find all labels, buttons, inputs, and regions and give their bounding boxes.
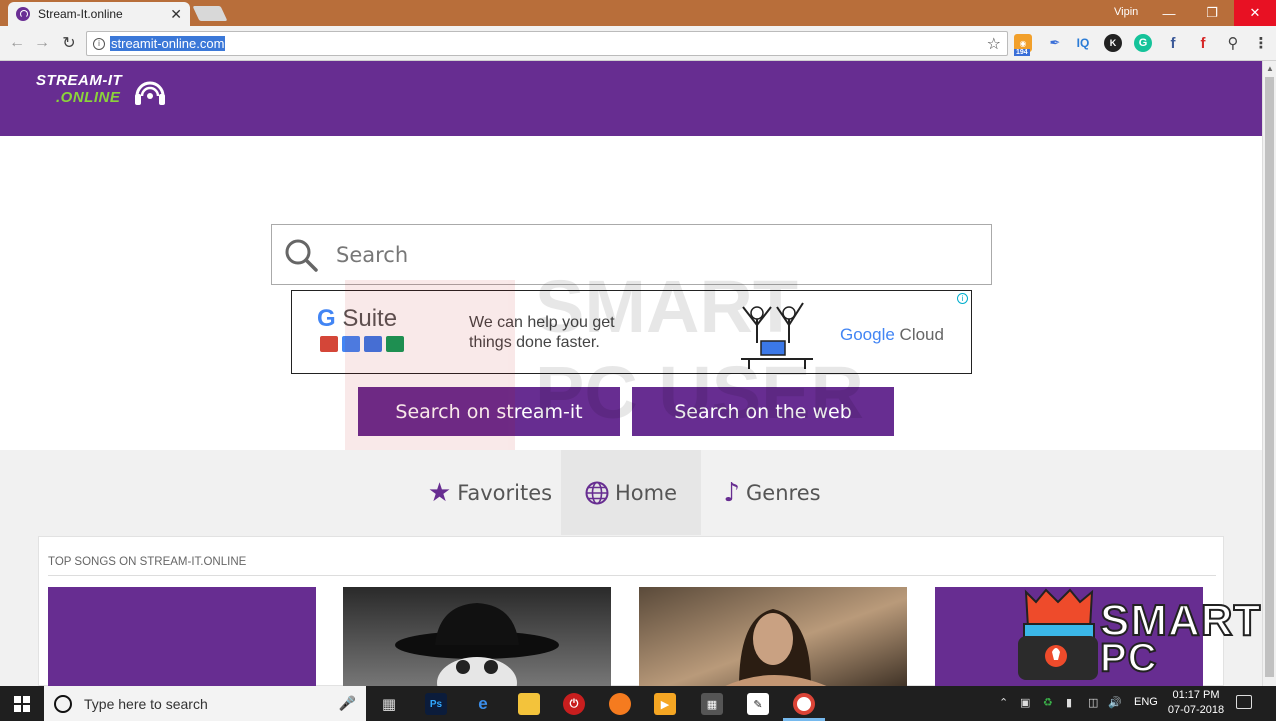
file-explorer-icon[interactable] (518, 693, 540, 715)
bookmark-star-icon[interactable]: ☆ (987, 34, 1001, 54)
chrome-taskbar-icon[interactable] (793, 693, 815, 715)
tab-home-label: Home (614, 480, 677, 505)
task-view-icon[interactable]: ▦ (378, 693, 400, 715)
tab-genres-label: Genres (746, 480, 821, 505)
music-note-icon: ♪ (723, 477, 741, 508)
tray-network-icon[interactable]: ◫ (1088, 696, 1098, 709)
gsuite-app-icons (320, 336, 404, 352)
close-window-button[interactable]: ✕ (1234, 0, 1276, 26)
tab-home[interactable]: Home (561, 450, 701, 535)
language-indicator[interactable]: ENG (1134, 696, 1158, 708)
artist-hat-image (395, 603, 559, 687)
windows-logo-icon (14, 695, 30, 712)
sticky-notes-icon[interactable]: ✎ (747, 693, 769, 715)
search-on-the-web-button[interactable]: Search on the web (632, 387, 894, 436)
tab-genres[interactable]: ♪ Genres (702, 450, 842, 535)
divider (48, 575, 1216, 576)
tab-favorites-label: Favorites (457, 480, 553, 505)
globe-icon (585, 481, 609, 504)
drive-icon (386, 336, 404, 352)
k-extension-icon[interactable]: K (1104, 34, 1122, 52)
address-bar[interactable]: i streamit-online.com ☆ (86, 31, 1008, 56)
top-songs-title: TOP SONGS ON STREAM-IT.ONLINE (48, 556, 247, 568)
search-input[interactable] (336, 237, 976, 273)
url-text[interactable]: streamit-online.com (110, 36, 226, 51)
docs-icon (342, 336, 360, 352)
search-extension-icon[interactable]: ⚲ (1224, 34, 1242, 52)
browser-menu-icon[interactable]: ⋮ (1252, 34, 1270, 52)
gsuite-logo: G Suite (317, 305, 398, 332)
edge-icon[interactable]: e (472, 693, 494, 715)
song-card[interactable] (48, 587, 316, 687)
clock-date: 07-07-2018 (1167, 704, 1225, 716)
site-info-icon[interactable]: i (93, 37, 105, 50)
power-app-icon[interactable]: ⏻ (563, 693, 585, 715)
reload-button[interactable]: ↻ (58, 32, 80, 54)
tray-recycle-icon[interactable]: ♻ (1043, 696, 1053, 709)
photoshop-icon[interactable]: Ps (425, 693, 447, 715)
facebook-extension-icon[interactable]: f (1164, 34, 1182, 52)
tray-battery-icon[interactable]: ▮ (1066, 696, 1072, 709)
taskbar-search-text[interactable]: Type here to search (84, 696, 339, 712)
taskbar-clock[interactable]: 01:17 PM 07-07-2018 (1163, 688, 1229, 718)
new-tab-button[interactable] (192, 6, 228, 21)
back-button[interactable]: ← (6, 32, 28, 54)
browser-tab[interactable]: Stream-It.online ✕ (8, 2, 190, 26)
star-icon: ★ (427, 477, 452, 508)
song-card[interactable] (343, 587, 611, 687)
song-card[interactable] (639, 587, 907, 687)
browser-titlebar: Stream-It.online ✕ Vipin — ❐ ✕ (0, 0, 1276, 26)
logo-text-sub: .ONLINE (56, 89, 121, 106)
headphones-favicon-icon (16, 7, 30, 21)
tab-favorites[interactable]: ★ Favorites (420, 450, 560, 535)
rss-extension-icon[interactable]: ◉ 194 (1014, 34, 1032, 56)
restore-button[interactable]: ❐ (1191, 0, 1233, 26)
minimize-button[interactable]: — (1148, 0, 1190, 26)
profile-name[interactable]: Vipin (1114, 6, 1138, 18)
tray-volume-icon[interactable]: 🔊 (1108, 696, 1122, 709)
gmail-icon (320, 336, 338, 352)
windows-taskbar: Type here to search 🎤 ▦ Ps e ⏻ ▶ ▦ ✎ ⌃ ▣… (0, 686, 1276, 721)
advertisement-banner[interactable]: G Suite We can help you get things done … (291, 290, 972, 374)
ad-choices-icon[interactable]: i (957, 293, 968, 304)
clock-time: 01:17 PM (1172, 689, 1220, 701)
artist-portrait-image (723, 609, 829, 687)
taskbar-search-box[interactable]: Type here to search 🎤 (44, 686, 366, 721)
tab-title: Stream-It.online (38, 7, 123, 21)
tray-app-c-icon[interactable]: ▣ (1020, 696, 1030, 709)
action-center-icon[interactable] (1236, 695, 1252, 709)
forward-button[interactable]: → (31, 32, 53, 54)
search-icon (285, 239, 318, 272)
google-cloud-logo: Google Cloud (840, 325, 944, 344)
logo-text-main: STREAM-IT (36, 72, 123, 89)
browser-toolbar: ← → ↻ i streamit-online.com ☆ ◉ 194 ✒ IQ … (0, 26, 1276, 61)
ad-tagline: We can help you get things done faster. (469, 314, 615, 351)
site-header: STREAM-IT .ONLINE (0, 61, 1262, 136)
scroll-up-icon[interactable]: ▲ (1266, 64, 1274, 73)
tab-close-icon[interactable]: ✕ (170, 6, 182, 23)
flipboard-extension-icon[interactable]: f (1194, 34, 1212, 52)
microphone-icon[interactable]: 🎤 (339, 695, 356, 712)
eyedropper-extension-icon[interactable]: ✒ (1046, 34, 1064, 52)
cortana-icon (54, 694, 72, 713)
media-player-icon[interactable]: ▶ (654, 693, 676, 715)
section-tabs: ★ Favorites Home ♪ Genres (0, 450, 1262, 535)
search-hero: G Suite We can help you get things done … (0, 136, 1262, 450)
headphones-logo-icon (135, 81, 165, 105)
site-logo[interactable]: STREAM-IT .ONLINE (36, 72, 176, 118)
start-button[interactable] (0, 686, 44, 721)
people-celebrating-illustration-icon (741, 302, 813, 369)
search-on-stream-it-button[interactable]: Search on stream-it (358, 387, 620, 436)
smart-pc-user-logo: SMART PC USER (1016, 588, 1276, 721)
tray-expand-icon[interactable]: ⌃ (999, 696, 1008, 709)
search-box[interactable] (271, 224, 992, 285)
rss-badge: 194 (1014, 49, 1030, 56)
scroll-thumb[interactable] (1265, 77, 1274, 677)
grammarly-extension-icon[interactable]: G (1134, 34, 1152, 52)
smart-pc-user-mascot-icon (1018, 588, 1098, 680)
calendar-icon (364, 336, 382, 352)
iq-extension-icon[interactable]: IQ (1074, 34, 1092, 52)
calculator-icon[interactable]: ▦ (701, 693, 723, 715)
firefox-icon[interactable] (609, 693, 631, 715)
